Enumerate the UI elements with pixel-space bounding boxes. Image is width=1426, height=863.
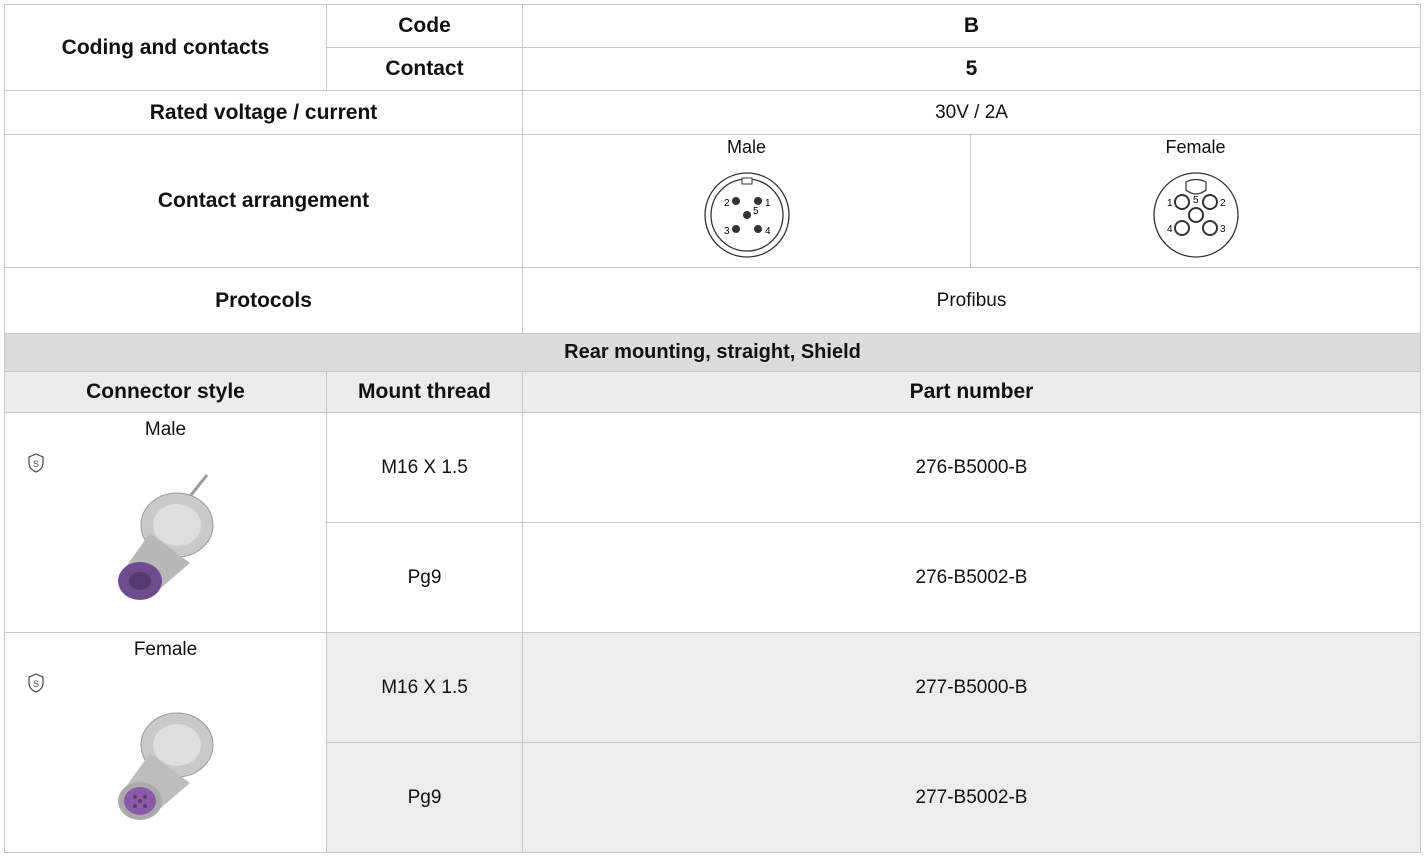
female-arrangement-label: Female	[1165, 137, 1226, 157]
coding-label: Coding and contacts	[4, 4, 327, 91]
male-pin-2: 2	[724, 198, 730, 209]
section-title: Rear mounting, straight, Shield	[3, 333, 1422, 372]
male-connector-image	[95, 473, 235, 609]
male-thread-1: M16 X 1.5	[326, 412, 523, 523]
male-style-label: Male	[144, 419, 187, 440]
female-pin-1: 1	[1167, 198, 1173, 209]
protocols-label: Protocols	[4, 267, 523, 334]
col-header-thread: Mount thread	[326, 371, 523, 413]
protocols-value: Profibus	[521, 267, 1422, 334]
male-style-cell: Male S	[4, 412, 327, 633]
female-pin-5: 5	[1193, 195, 1199, 206]
male-part-2[interactable]: 276-B5002-B	[521, 522, 1422, 633]
male-pin-1: 1	[765, 198, 771, 209]
female-part-2[interactable]: 277-B5002-B	[521, 742, 1422, 853]
female-part-1[interactable]: 277-B5000-B	[521, 632, 1422, 743]
male-part-1[interactable]: 276-B5000-B	[521, 412, 1422, 523]
col-header-part: Part number	[521, 371, 1422, 413]
female-thread-2: Pg9	[326, 742, 523, 853]
female-style-cell: Female S	[4, 632, 327, 853]
rated-value: 30V / 2A	[521, 90, 1422, 135]
table-row: Female S M16 X 1.5 277-B5000-B	[4, 632, 1422, 853]
male-pin-diagram: 1 2 3 4 5	[703, 172, 790, 258]
female-thread-1: M16 X 1.5	[326, 632, 523, 743]
code-value: B	[521, 4, 1422, 48]
contact-value: 5	[521, 47, 1422, 91]
rated-label: Rated voltage / current	[4, 90, 523, 135]
female-pin-diagram: 1 2 3 4 5	[1152, 172, 1239, 258]
male-arrangement: Male 1 2 3 4 5	[522, 134, 971, 268]
male-pin-3: 3	[724, 226, 730, 237]
shield-icon: S	[27, 673, 45, 699]
svg-text:S: S	[33, 679, 39, 689]
code-label: Code	[326, 4, 523, 48]
female-style-label: Female	[133, 639, 198, 660]
female-pin-4: 4	[1167, 224, 1173, 235]
contact-label: Contact	[326, 47, 523, 91]
svg-text:S: S	[33, 459, 39, 469]
col-header-style: Connector style	[4, 371, 327, 413]
spec-table: Coding and contacts Code B Contact 5 Rat…	[3, 4, 1422, 853]
male-pin-4: 4	[765, 226, 771, 237]
male-pin-5: 5	[753, 206, 759, 217]
female-arrangement: Female 1 2 3 4 5	[969, 134, 1422, 268]
shield-icon: S	[27, 453, 45, 479]
male-arrangement-label: Male	[726, 137, 766, 157]
female-connector-image	[95, 693, 235, 829]
table-row: Male S M16 X 1.5 276-B5000-B	[4, 412, 1422, 633]
female-pin-3: 3	[1220, 224, 1226, 235]
male-thread-2: Pg9	[326, 522, 523, 633]
arrangement-label: Contact arrangement	[4, 134, 523, 268]
female-pin-2: 2	[1220, 198, 1226, 209]
